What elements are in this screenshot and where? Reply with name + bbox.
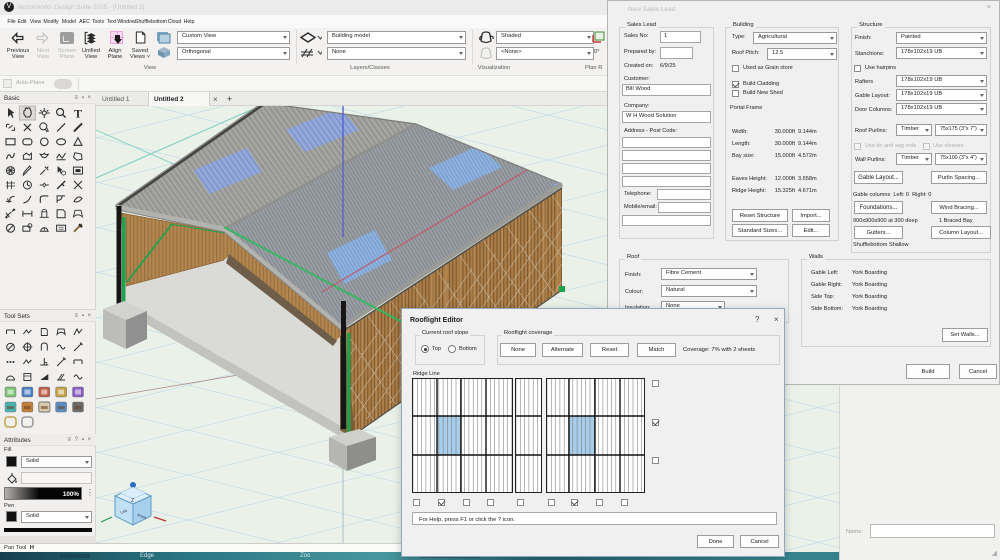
svg-text:Z: Z bbox=[131, 498, 134, 504]
svg-text:T: T bbox=[74, 107, 82, 121]
